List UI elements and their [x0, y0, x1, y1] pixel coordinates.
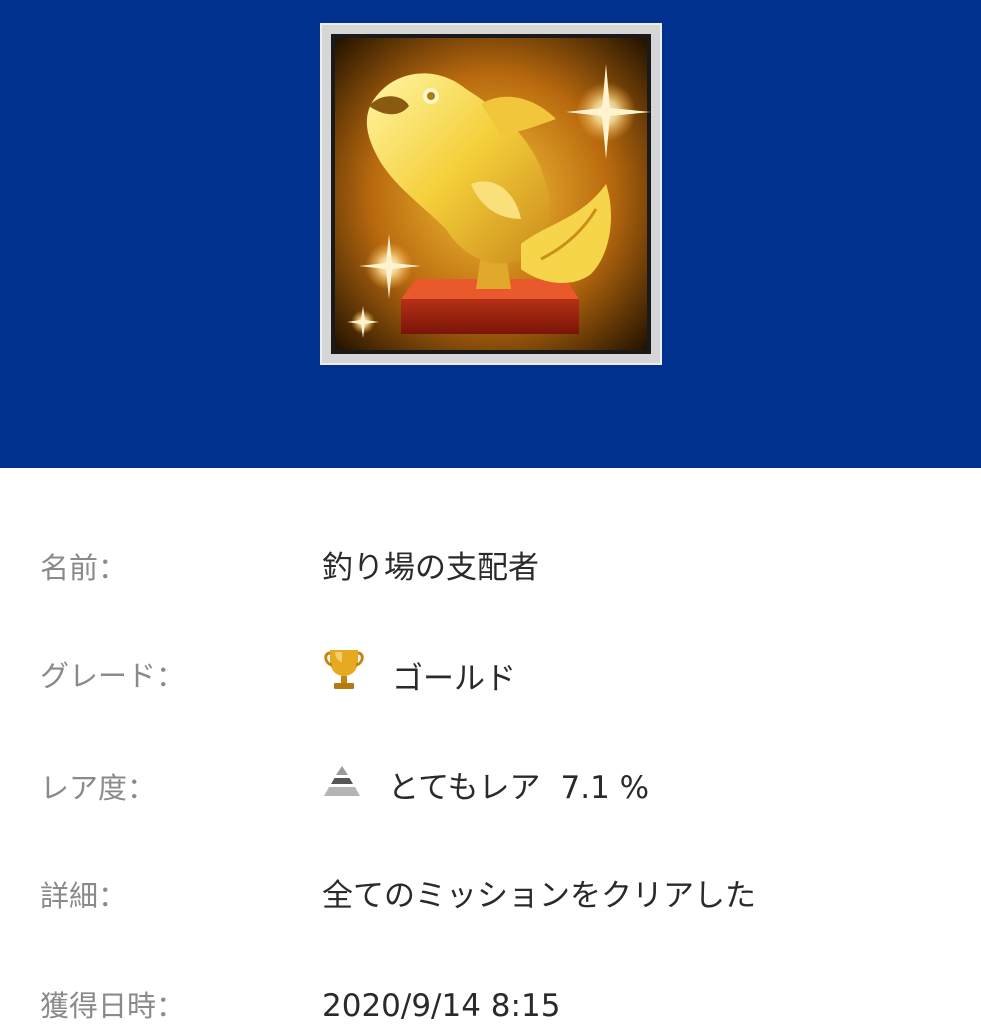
grade-row: グレード： ゴールド: [0, 646, 981, 706]
trophy-header: [0, 0, 981, 468]
rarity-value-text: とてもレア: [388, 770, 541, 806]
description-label: 詳細：: [40, 879, 128, 913]
rarity-percent: 7.1 %: [560, 770, 650, 806]
description-row: 詳細： 全てのミッションをクリアした: [0, 866, 981, 926]
earned-value-text: 2020/9/14 8:15: [322, 988, 561, 1024]
earned-row: 獲得日時： 2020/9/14 8:15: [0, 976, 981, 1036]
rarity-row: レア度： とてもレア 7.1 %: [0, 758, 981, 818]
trophy-details: 名前： 釣り場の支配者 グレード： ゴールド レア度： とてもレア 7.1 % …: [0, 468, 981, 1024]
grade-value-text: ゴールド: [392, 661, 516, 697]
rarity-label: レア度：: [40, 771, 157, 805]
golden-fish-trophy-icon: [331, 34, 651, 354]
description-value-text: 全てのミッションをクリアした: [322, 878, 756, 914]
rarity-pyramid-icon: [322, 758, 362, 818]
rarity-value: とてもレア 7.1 %: [322, 758, 649, 818]
trophy-image-frame: [320, 23, 662, 365]
grade-label: グレード：: [40, 659, 186, 693]
name-value-text: 釣り場の支配者: [322, 550, 539, 586]
grade-value: ゴールド: [322, 646, 516, 712]
name-value: 釣り場の支配者: [322, 538, 539, 598]
gold-trophy-cup-icon: [322, 646, 366, 712]
name-label: 名前：: [40, 551, 128, 585]
earned-label: 獲得日時：: [40, 989, 186, 1023]
description-value: 全てのミッションをクリアした: [322, 866, 756, 926]
earned-value: 2020/9/14 8:15: [322, 976, 560, 1036]
name-row: 名前： 釣り場の支配者: [0, 538, 981, 598]
